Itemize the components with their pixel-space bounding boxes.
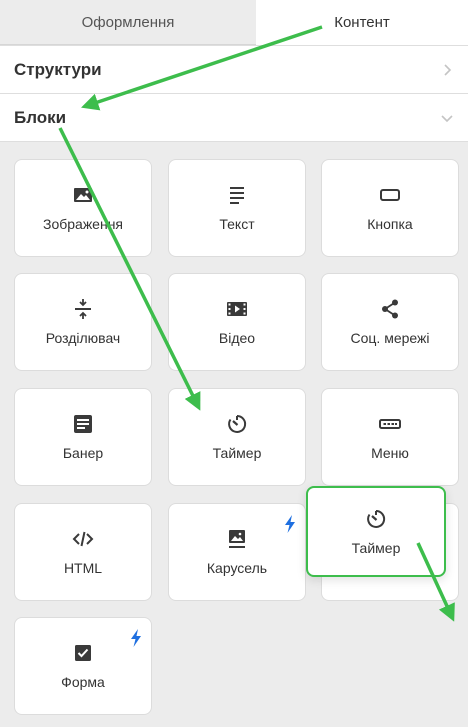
block-timer[interactable]: Таймер [168, 388, 306, 486]
chevron-down-icon [441, 114, 453, 122]
block-html[interactable]: HTML [14, 503, 152, 601]
tab-design[interactable]: Оформлення [0, 0, 256, 45]
tab-content[interactable]: Контент [256, 0, 468, 45]
text-icon [230, 187, 244, 204]
block-label: Соц. мережі [350, 330, 430, 346]
block-label: Розділювач [45, 330, 121, 346]
section-structures-label: Структури [14, 59, 102, 79]
code-icon [72, 531, 94, 547]
dragging-label: Таймер [351, 539, 401, 556]
block-form[interactable]: Форма [14, 617, 152, 715]
button-icon [380, 189, 400, 201]
timer-icon [228, 414, 247, 433]
block-label: HTML [63, 560, 103, 576]
block-carousel[interactable]: Карусель [168, 503, 306, 601]
share-icon [382, 299, 398, 319]
banner-icon [74, 415, 92, 433]
bolt-icon [285, 515, 295, 533]
menu-icon [379, 419, 401, 429]
block-label: Текст [219, 216, 255, 232]
block-social[interactable]: Соц. мережі [321, 273, 459, 371]
block-video[interactable]: Відео [168, 273, 306, 371]
section-blocks-label: Блоки [14, 107, 67, 127]
block-label: Зображення [42, 216, 124, 232]
panel-tabs: Оформлення Контент [0, 0, 468, 45]
block-label: Форма [61, 674, 105, 690]
section-blocks[interactable]: Блоки [0, 93, 468, 141]
block-label: Банер [62, 445, 104, 461]
block-label: Таймер [212, 445, 262, 461]
carousel-icon [229, 530, 245, 548]
block-banner[interactable]: Банер [14, 388, 152, 486]
block-text[interactable]: Текст [168, 159, 306, 257]
block-image[interactable]: Зображення [14, 159, 152, 257]
dragging-timer-block[interactable]: Таймер [306, 486, 446, 577]
video-icon [227, 302, 247, 316]
image-icon [74, 188, 92, 202]
chevron-right-icon [444, 63, 452, 76]
block-label: Меню [371, 445, 409, 461]
block-divider[interactable]: Розділювач [14, 273, 152, 371]
section-structures[interactable]: Структури [0, 45, 468, 93]
block-label: Карусель [206, 560, 268, 576]
block-button[interactable]: Кнопка [321, 159, 459, 257]
bolt-icon [131, 629, 141, 647]
block-label: Кнопка [367, 216, 413, 232]
timer-icon [367, 509, 386, 528]
divider-icon [75, 299, 91, 319]
form-icon [75, 645, 91, 661]
block-label: Відео [218, 330, 256, 346]
block-menu[interactable]: Меню [321, 388, 459, 486]
